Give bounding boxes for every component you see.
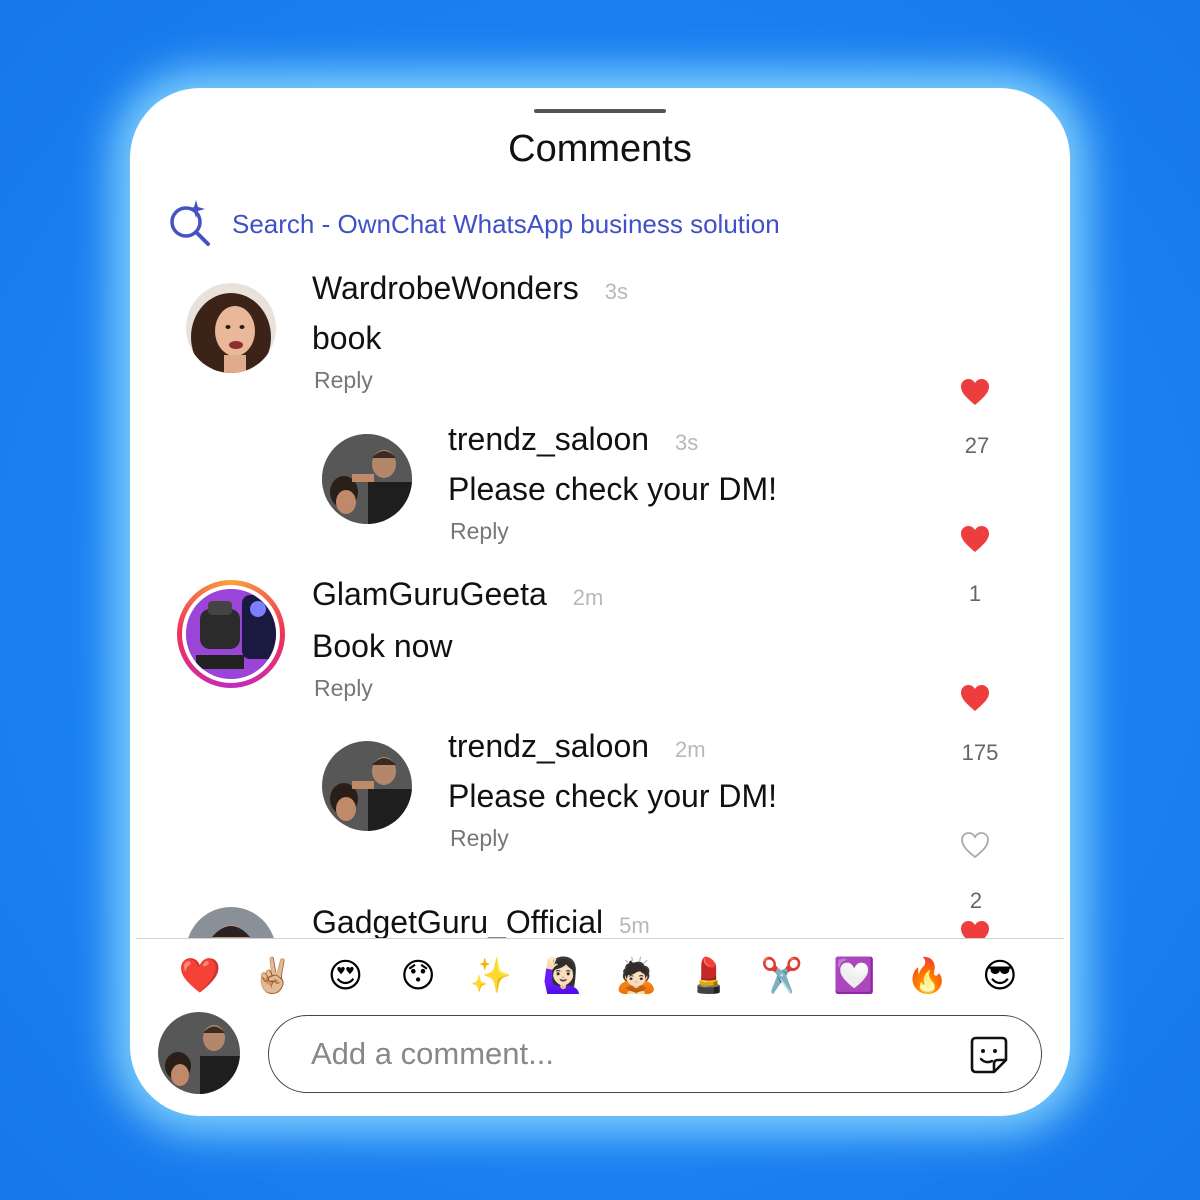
comments-list[interactable]: WardrobeWonders 3s book Reply 27 trendz_…: [130, 268, 1070, 938]
comment-timestamp: 3s: [604, 279, 629, 304]
comment-username[interactable]: GadgetGuru_Official 5m: [312, 904, 650, 938]
comment-username[interactable]: WardrobeWonders 3s: [312, 270, 628, 307]
add-comment-input[interactable]: [268, 1015, 1042, 1093]
comment-username[interactable]: trendz_saloon 3s: [448, 421, 698, 458]
reply-button[interactable]: Reply: [450, 518, 509, 545]
comment-username[interactable]: trendz_saloon 2m: [448, 728, 706, 765]
comment-timestamp: 3s: [675, 430, 699, 455]
reply-button[interactable]: Reply: [314, 367, 373, 394]
emoji-button[interactable]: ✨: [461, 946, 521, 1006]
comments-sheet: Comments Search - OwnChat WhatsApp busin…: [130, 88, 1070, 1116]
emoji-button[interactable]: 🔥: [897, 946, 957, 1006]
comment-timestamp: 5m: [619, 913, 650, 938]
emoji-button[interactable]: 💄: [679, 946, 739, 1006]
avatar[interactable]: [186, 283, 276, 373]
reply-button[interactable]: Reply: [450, 825, 509, 852]
emoji-button[interactable]: 🙇🏻: [606, 946, 666, 1006]
emoji-button[interactable]: ✂️: [752, 946, 812, 1006]
comment-username-text: GlamGuruGeeta: [312, 576, 547, 612]
emoji-button[interactable]: ❤️: [170, 946, 230, 1006]
heart-filled-icon[interactable]: [960, 684, 990, 712]
avatar[interactable]: [186, 907, 276, 938]
sticker-icon[interactable]: [968, 1034, 1010, 1076]
search-suggestion-link[interactable]: Search - OwnChat WhatsApp business solut…: [166, 198, 780, 251]
like-count: 175: [961, 740, 999, 765]
heart-filled-icon[interactable]: [960, 525, 990, 553]
search-suggestion-label: Search - OwnChat WhatsApp business solut…: [232, 209, 780, 239]
comment-text: Book now: [312, 628, 453, 664]
heart-filled-icon[interactable]: [960, 920, 990, 938]
heart-filled-icon[interactable]: [960, 378, 990, 406]
comment-username[interactable]: GlamGuruGeeta 2m: [312, 576, 603, 613]
like-count: 1: [968, 581, 982, 606]
heart-outline-icon[interactable]: [960, 831, 990, 859]
comment-username-text: trendz_saloon: [448, 421, 650, 457]
comment-username-text: trendz_saloon: [448, 728, 650, 764]
comment-username-text: WardrobeWonders: [312, 270, 579, 306]
composer-avatar: [158, 1012, 240, 1094]
comment-text: Please check your DM!: [448, 471, 778, 507]
reply-button[interactable]: Reply: [314, 675, 373, 702]
emoji-button[interactable]: 😍: [315, 946, 375, 1006]
comment-timestamp: 2m: [572, 585, 604, 610]
emoji-button[interactable]: 😎: [970, 946, 1030, 1006]
avatar: [186, 589, 276, 679]
like-count: 27: [964, 433, 990, 458]
quick-emoji-bar: ❤️ ✌🏼 😍 😯 ✨ 🙋🏻‍♀️ 🙇🏻 💄 ✂️ 💟 🔥 😎: [170, 946, 1030, 1006]
composer-divider: [136, 938, 1064, 939]
sheet-grabber-handle[interactable]: [534, 109, 666, 113]
comment-text: book: [312, 320, 382, 356]
sparkle-search-icon: [166, 198, 214, 251]
comment-username-text: GadgetGuru_Official: [312, 904, 604, 938]
comment-timestamp: 2m: [675, 737, 706, 762]
avatar[interactable]: [322, 434, 412, 524]
comment-text: Please check your DM!: [448, 778, 778, 814]
avatar-story-ring[interactable]: [177, 580, 285, 688]
avatar[interactable]: [322, 741, 412, 831]
emoji-button[interactable]: 😯: [388, 946, 448, 1006]
emoji-button[interactable]: ✌🏼: [243, 946, 303, 1006]
page-title: Comments: [508, 128, 692, 170]
like-count: 2: [969, 888, 983, 913]
emoji-button[interactable]: 🙋🏻‍♀️: [534, 946, 594, 1006]
emoji-button[interactable]: 💟: [824, 946, 884, 1006]
